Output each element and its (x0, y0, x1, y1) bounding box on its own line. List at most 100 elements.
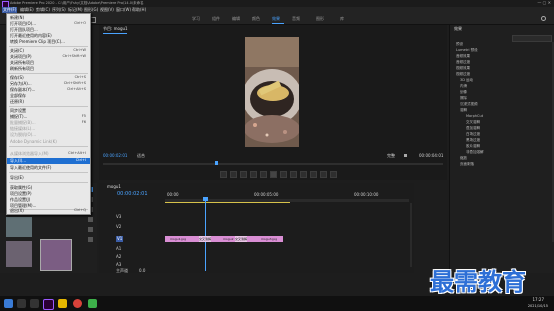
file-menu-import-media-browser-shortcut: Ctrl+Alt+I (68, 151, 86, 155)
effects-item[interactable]: 视频过渡 (456, 72, 470, 77)
playhead[interactable] (205, 197, 206, 271)
effects-item[interactable]: Lumetri 预设 (456, 48, 478, 53)
mark-in-icon[interactable] (230, 171, 237, 178)
timeline-scrollbar[interactable] (410, 203, 412, 267)
effects-item[interactable]: 叠加溶解 (466, 126, 480, 131)
marker-icon[interactable] (220, 171, 227, 178)
camera-icon[interactable] (320, 171, 327, 178)
playhead-handle-icon[interactable] (203, 197, 208, 201)
file-menu-close-shortcut: Ctrl+W (73, 48, 86, 52)
file-menu-import[interactable]: 导入(I)... (10, 158, 26, 164)
file-menu-open-shortcut: Ctrl+O (74, 21, 86, 25)
timeline-tab[interactable]: mogu1 (107, 184, 121, 190)
video-preview (245, 37, 299, 147)
menu-view[interactable]: 视图(V) (100, 7, 114, 13)
workspace-libraries[interactable]: 库 (340, 16, 344, 22)
monitor-quality-select[interactable]: 完整 (387, 153, 395, 159)
effects-item[interactable]: 音频过渡 (456, 60, 470, 65)
file-menu-make-offline[interactable]: 设为脱机(O)... (10, 132, 36, 138)
lift-icon[interactable] (300, 171, 307, 178)
monitor-fit-select[interactable]: 适合 (137, 153, 145, 159)
menu-separator (9, 172, 88, 173)
monitor-timecode-left[interactable]: 00:00:02:01 (103, 153, 127, 159)
workspace-effects[interactable]: 效果 (272, 16, 280, 22)
file-menu-export[interactable]: 导出(E) (10, 175, 24, 181)
file-menu-refresh-all[interactable]: 刷新所有项目 (10, 66, 34, 72)
effects-item[interactable]: 擦除 (460, 96, 467, 101)
effects-item[interactable]: 预设 (456, 42, 463, 47)
file-menu-exit[interactable]: 退出(X) (10, 208, 24, 214)
transition-label[interactable]: 交叉溶解 (235, 236, 248, 242)
premiere-icon[interactable] (43, 299, 54, 310)
menu-help[interactable]: 帮助(H) (132, 7, 146, 13)
effects-item[interactable]: 缩放 (460, 156, 467, 161)
transition-label[interactable]: 交叉溶解 (199, 236, 212, 242)
workspace-color[interactable]: 颜色 (252, 16, 260, 22)
file-menu-revert[interactable]: 还原(R) (10, 99, 24, 105)
file-menu-save-as-shortcut: Ctrl+Shift+S (63, 81, 86, 85)
file-menu-convert[interactable]: 转换 Premiere Clip 项目(C)... (10, 39, 65, 45)
file-menu-import-recent[interactable]: 导入最近使用的文件(F) (10, 165, 51, 171)
timeline-clip[interactable]: mogu1.jpg 交叉溶解 mogu2 交叉溶解 mogu3.jpg (165, 236, 283, 242)
track-label-v2[interactable]: V2 (116, 224, 121, 230)
monitor-scrubber[interactable] (103, 163, 443, 165)
go-to-out-icon[interactable] (290, 171, 297, 178)
effects-item[interactable]: 黑场过渡 (466, 138, 480, 143)
effects-item[interactable]: 沉浸式视频 (460, 102, 478, 107)
menu-window[interactable]: 窗口(W) (116, 7, 131, 13)
mark-out-icon[interactable] (240, 171, 247, 178)
wrench-icon[interactable] (404, 154, 407, 157)
play-icon[interactable] (270, 171, 277, 178)
track-label-v1[interactable]: V1 (116, 236, 124, 242)
explorer-icon[interactable] (58, 299, 67, 308)
effects-item[interactable]: 白场过渡 (466, 132, 480, 137)
playhead-marker-icon[interactable] (215, 161, 218, 165)
workspace-assembly[interactable]: 组件 (212, 16, 220, 22)
track-label-v3[interactable]: V3 (116, 214, 121, 220)
effects-item[interactable]: 交叉溶解 (466, 120, 480, 125)
task-view-icon[interactable] (30, 299, 39, 308)
razor-tool-icon[interactable] (88, 217, 93, 222)
button-editor-icon[interactable] (330, 171, 337, 178)
track-label-a1[interactable]: A1 (116, 246, 121, 252)
taskbar: 17:27 2021/10/15 (0, 296, 554, 311)
pen-tool-icon[interactable] (88, 227, 93, 232)
file-menu-save-copy-shortcut: Ctrl+Alt+S (66, 87, 86, 91)
effects-search-input[interactable] (512, 35, 552, 42)
effects-item[interactable]: 内滑 (460, 84, 467, 89)
project-thumbnail[interactable] (40, 239, 72, 271)
app-icon[interactable] (88, 299, 97, 308)
effects-item[interactable]: 胶片溶解 (466, 144, 480, 149)
file-menu-import-media-browser[interactable]: 从媒体浏览器导入(M) (10, 151, 49, 157)
workspace-audio[interactable]: 音频 (292, 16, 300, 22)
chrome-icon[interactable] (73, 299, 82, 308)
workspace-learn[interactable]: 学习 (192, 16, 200, 22)
step-back-icon[interactable] (260, 171, 267, 178)
work-area-bar[interactable] (165, 202, 290, 203)
hand-tool-icon[interactable] (88, 237, 93, 242)
effects-item[interactable]: 非叠加溶解 (466, 150, 484, 155)
search-icon[interactable] (541, 16, 546, 21)
timeline-timecode[interactable]: 00:00:02:01 (117, 191, 148, 197)
extract-icon[interactable] (310, 171, 317, 178)
track-label-a2[interactable]: A2 (116, 254, 121, 260)
effects-item[interactable]: 溶解 (460, 108, 467, 113)
start-icon[interactable] (4, 299, 13, 308)
project-thumbnail[interactable] (6, 217, 32, 237)
file-menu-capture-shortcut: F5 (81, 114, 86, 118)
master-track-value[interactable]: 0.0 (139, 268, 145, 274)
workspace-graphics[interactable]: 图形 (316, 16, 324, 22)
window-controls-icon[interactable]: — ▢ ✕ (537, 0, 551, 6)
effects-item[interactable]: MorphCut (466, 114, 483, 118)
effects-item[interactable]: 音频效果 (456, 54, 470, 59)
effects-item[interactable]: 视频效果 (456, 66, 470, 71)
effects-item[interactable]: 划像 (460, 90, 467, 95)
taskbar-search-icon[interactable] (17, 299, 26, 308)
workspace-editing[interactable]: 编辑 (232, 16, 240, 22)
effects-item[interactable]: 3D 运动 (460, 78, 473, 83)
effects-item[interactable]: 页面剥落 (460, 162, 474, 167)
go-to-in-icon[interactable] (250, 171, 257, 178)
file-menu-dynamic-link[interactable]: Adobe Dynamic Link(K) (10, 139, 57, 144)
step-forward-icon[interactable] (280, 171, 287, 178)
project-thumbnail[interactable] (6, 241, 32, 267)
